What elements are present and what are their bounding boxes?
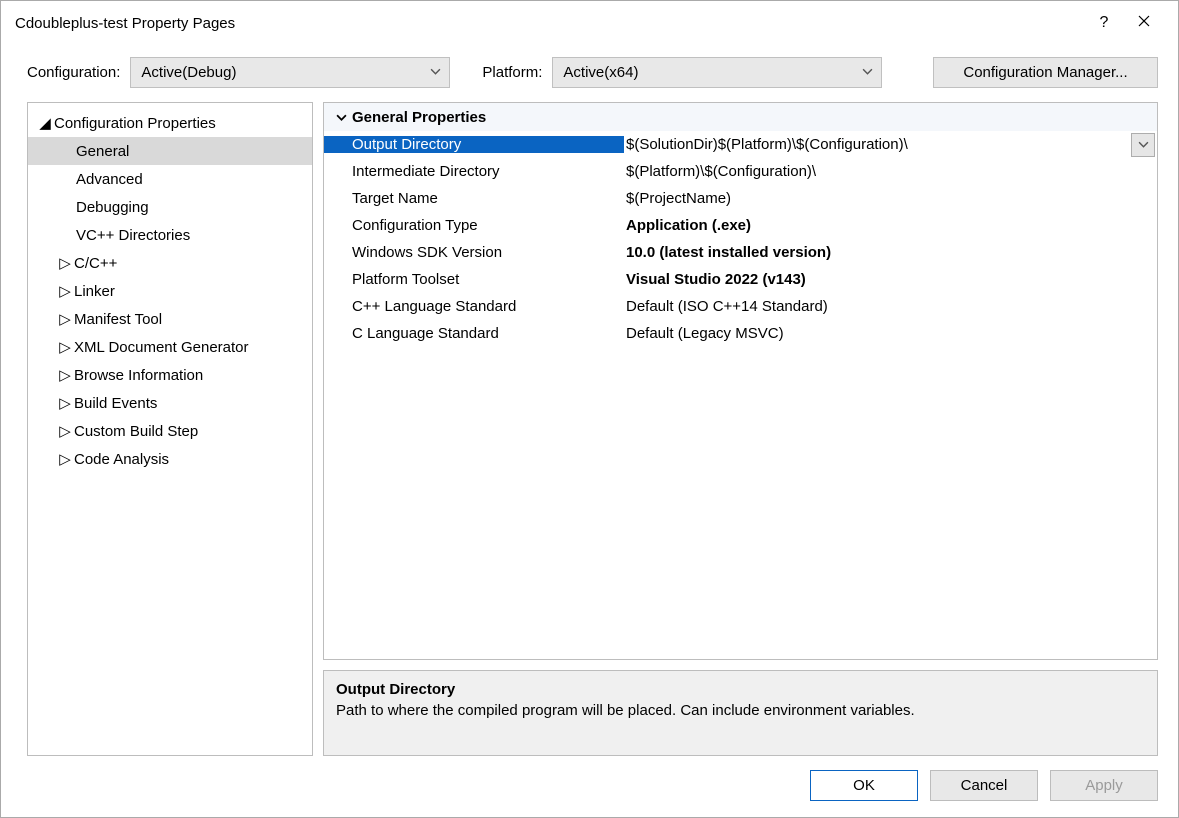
tree-group-label: C/C++ [74, 255, 117, 272]
property-name: Intermediate Directory [324, 163, 624, 180]
expand-arrow-icon: ▷ [58, 282, 72, 300]
configuration-value: Active(Debug) [141, 64, 236, 81]
tree-group-manifest-tool[interactable]: ▷Manifest Tool [28, 305, 312, 333]
tree-group-label: Code Analysis [74, 451, 169, 468]
tree-group-c-c-[interactable]: ▷C/C++ [28, 249, 312, 277]
tree-group-label: Build Events [74, 395, 157, 412]
config-toolbar: Configuration: Active(Debug) Platform: A… [1, 41, 1178, 102]
platform-value: Active(x64) [563, 64, 638, 81]
tree-group-label: Custom Build Step [74, 423, 198, 440]
property-name: Platform Toolset [324, 271, 624, 288]
dropdown-button[interactable] [1131, 133, 1155, 157]
property-name: Target Name [324, 190, 624, 207]
tree-group-label: Linker [74, 283, 115, 300]
tree-group-custom-build-step[interactable]: ▷Custom Build Step [28, 417, 312, 445]
tree-item-advanced[interactable]: Advanced [28, 165, 312, 193]
expand-arrow-icon: ◢ [38, 114, 52, 132]
window-title: Cdoubleplus-test Property Pages [15, 15, 1084, 32]
platform-combo[interactable]: Active(x64) [552, 57, 882, 88]
description-title: Output Directory [336, 681, 1145, 698]
right-column: General Properties Output Directory$(Sol… [323, 102, 1158, 756]
tree-root-label: Configuration Properties [54, 115, 216, 132]
description-panel: Output Directory Path to where the compi… [323, 670, 1158, 756]
tree-group-xml-document-generator[interactable]: ▷XML Document Generator [28, 333, 312, 361]
property-tree[interactable]: ◢ Configuration Properties GeneralAdvanc… [27, 102, 313, 756]
close-button[interactable] [1124, 14, 1164, 32]
apply-button[interactable]: Apply [1050, 770, 1158, 801]
chevron-down-icon [430, 64, 441, 81]
chevron-down-icon [862, 64, 873, 81]
property-name: Output Directory [324, 136, 624, 153]
grid-header-label: General Properties [352, 109, 486, 126]
property-value[interactable]: $(Platform)\$(Configuration)\ [624, 163, 1157, 180]
grid-row[interactable]: Output Directory$(SolutionDir)$(Platform… [324, 131, 1157, 158]
property-value[interactable]: Default (ISO C++14 Standard) [624, 298, 1157, 315]
property-name: C Language Standard [324, 325, 624, 342]
expand-arrow-icon: ▷ [58, 422, 72, 440]
property-grid: General Properties Output Directory$(Sol… [323, 102, 1158, 660]
tree-group-code-analysis[interactable]: ▷Code Analysis [28, 445, 312, 473]
tree-group-linker[interactable]: ▷Linker [28, 277, 312, 305]
expand-arrow-icon: ▷ [58, 394, 72, 412]
grid-row[interactable]: Configuration TypeApplication (.exe) [324, 212, 1157, 239]
tree-root[interactable]: ◢ Configuration Properties [28, 109, 312, 137]
description-text: Path to where the compiled program will … [336, 702, 1145, 719]
tree-group-label: Manifest Tool [74, 311, 162, 328]
grid-row[interactable]: Intermediate Directory$(Platform)\$(Conf… [324, 158, 1157, 185]
expand-arrow-icon: ▷ [58, 366, 72, 384]
grid-row[interactable]: Platform ToolsetVisual Studio 2022 (v143… [324, 266, 1157, 293]
property-value[interactable]: 10.0 (latest installed version) [624, 244, 1157, 261]
tree-item-vc-directories[interactable]: VC++ Directories [28, 221, 312, 249]
dialog-body: ◢ Configuration Properties GeneralAdvanc… [1, 102, 1178, 756]
tree-group-label: Browse Information [74, 367, 203, 384]
property-value[interactable]: Visual Studio 2022 (v143) [624, 271, 1157, 288]
tree-group-build-events[interactable]: ▷Build Events [28, 389, 312, 417]
ok-button[interactable]: OK [810, 770, 918, 801]
dialog-buttons: OK Cancel Apply [1, 756, 1178, 817]
property-name: C++ Language Standard [324, 298, 624, 315]
configuration-label: Configuration: [27, 64, 120, 81]
tree-group-label: XML Document Generator [74, 339, 249, 356]
close-icon [1138, 15, 1150, 27]
property-name: Configuration Type [324, 217, 624, 234]
property-value[interactable]: $(SolutionDir)$(Platform)\$(Configuratio… [624, 136, 1131, 153]
property-value[interactable]: Application (.exe) [624, 217, 1157, 234]
grid-row[interactable]: C Language StandardDefault (Legacy MSVC) [324, 320, 1157, 347]
tree-group-browse-information[interactable]: ▷Browse Information [28, 361, 312, 389]
expand-arrow-icon: ▷ [58, 450, 72, 468]
cancel-button[interactable]: Cancel [930, 770, 1038, 801]
tree-item-debugging[interactable]: Debugging [28, 193, 312, 221]
expand-arrow-icon: ▷ [58, 310, 72, 328]
collapse-arrow-icon [330, 112, 352, 123]
grid-header[interactable]: General Properties [324, 103, 1157, 131]
configuration-manager-button[interactable]: Configuration Manager... [933, 57, 1158, 88]
grid-row[interactable]: C++ Language StandardDefault (ISO C++14 … [324, 293, 1157, 320]
property-name: Windows SDK Version [324, 244, 624, 261]
configuration-combo[interactable]: Active(Debug) [130, 57, 450, 88]
help-button[interactable]: ? [1084, 14, 1124, 32]
platform-label: Platform: [482, 64, 542, 81]
expand-arrow-icon: ▷ [58, 338, 72, 356]
property-value[interactable]: $(ProjectName) [624, 190, 1157, 207]
expand-arrow-icon: ▷ [58, 254, 72, 272]
grid-row[interactable]: Windows SDK Version10.0 (latest installe… [324, 239, 1157, 266]
titlebar: Cdoubleplus-test Property Pages ? [1, 1, 1178, 41]
tree-item-general[interactable]: General [28, 137, 312, 165]
chevron-down-icon [1138, 139, 1149, 150]
property-value[interactable]: Default (Legacy MSVC) [624, 325, 1157, 342]
grid-row[interactable]: Target Name$(ProjectName) [324, 185, 1157, 212]
